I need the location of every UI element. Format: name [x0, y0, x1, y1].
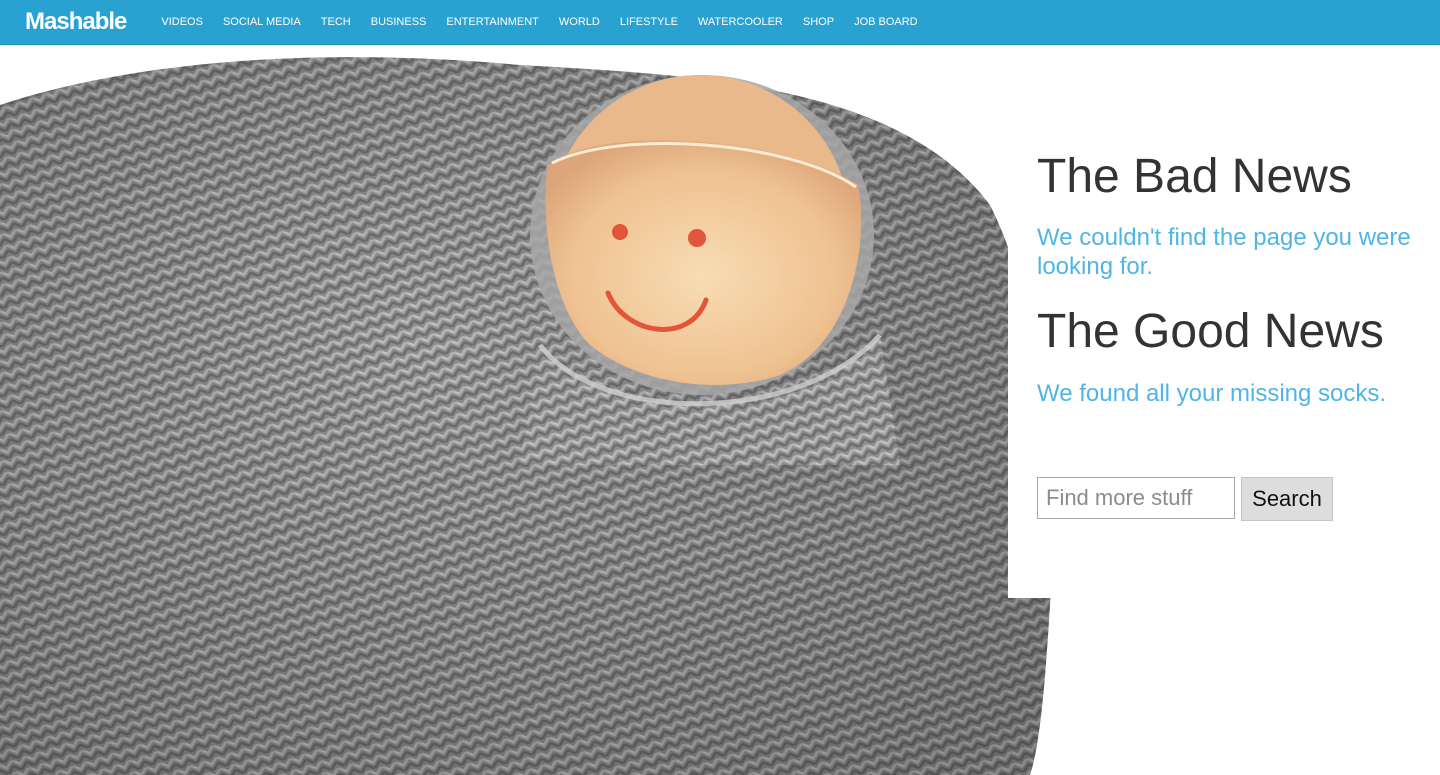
nav-item-shop[interactable]: SHOP	[803, 16, 834, 28]
bad-news-heading: The Bad News	[1037, 150, 1352, 203]
good-news-heading: The Good News	[1037, 305, 1384, 358]
nav-item-job-board[interactable]: JOB BOARD	[854, 16, 918, 28]
bad-news-text: We couldn't find the page you were looki…	[1037, 224, 1411, 280]
search-button[interactable]: Search	[1241, 477, 1333, 521]
nav-item-lifestyle[interactable]: LIFESTYLE	[620, 16, 678, 28]
nav-item-business[interactable]: BUSINESS	[371, 16, 427, 28]
nav-item-entertainment[interactable]: ENTERTAINMENT	[446, 16, 539, 28]
top-nav-bar: Mashable VIDEOS SOCIAL MEDIA TECH BUSINE…	[0, 0, 1440, 45]
nav-item-world[interactable]: WORLD	[559, 16, 600, 28]
nav-item-videos[interactable]: VIDEOS	[161, 16, 203, 28]
not-found-panel: The Bad News We couldn't find the page y…	[1008, 115, 1440, 598]
nav-item-watercooler[interactable]: WATERCOOLER	[698, 16, 783, 28]
search-input[interactable]	[1037, 477, 1235, 519]
mashable-logo[interactable]: Mashable	[25, 8, 127, 36]
nav-item-tech[interactable]: TECH	[321, 16, 351, 28]
main-nav: VIDEOS SOCIAL MEDIA TECH BUSINESS ENTERT…	[161, 16, 937, 28]
nav-item-social-media[interactable]: SOCIAL MEDIA	[223, 16, 301, 28]
good-news-text: We found all your missing socks.	[1037, 380, 1387, 407]
